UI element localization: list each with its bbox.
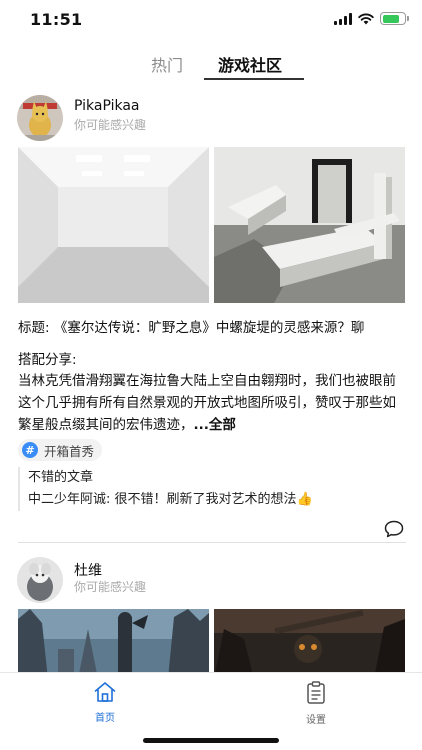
post-image-game-scene[interactable] [18,609,209,679]
tab-game-community[interactable]: 游戏社区 [218,52,282,76]
home-icon [94,682,116,702]
comment-preview[interactable]: 不错的文章 中二少年阿诚: 很不错！刷新了我对艺术的想法👍 [18,467,408,511]
post-body[interactable]: 当林克凭借滑翔翼在海拉鲁大陆上空自由翱翔时，我们也被眼前这个几乎拥有所有自然景观… [18,370,406,436]
post-divider [18,542,406,543]
tabbar-item-settings[interactable]: 设置 [286,681,346,726]
wifi-icon [358,13,374,25]
comment-line: 中二少年阿诚: 很不错！刷新了我对艺术的想法👍 [28,492,313,507]
author-subtitle: 你可能感兴趣 [74,118,147,132]
hashtag-icon: # [22,442,38,458]
post-title[interactable]: 标题: 《塞尔达传说：旷野之息》中螺旋堤的灵感来源？聊 [18,316,422,336]
author-name[interactable]: PikaPikaa [74,98,140,114]
post-image-sculpture[interactable] [214,147,405,303]
avatar[interactable] [17,95,63,141]
comment-icon[interactable] [384,520,404,538]
tabbar-label-home: 首页 [95,713,115,724]
active-tab-indicator [204,78,304,80]
comment-line: 不错的文章 [28,470,94,485]
tab-hot[interactable]: 热门 [151,52,183,76]
status-bar: 11:51 [0,0,422,40]
share-label: 搭配分享: [18,352,77,368]
avatar[interactable] [17,557,63,603]
post-image-gallery-room[interactable] [18,147,209,303]
tabbar-label-settings: 设置 [306,715,326,726]
topic-tag[interactable]: # 开箱首秀 [18,439,103,461]
author-subtitle: 你可能感兴趣 [74,580,147,594]
battery-icon [380,12,409,25]
post-image-game-scene[interactable] [214,609,405,679]
status-time: 11:51 [30,10,83,29]
signal-icon [334,12,352,25]
show-more-link[interactable]: ...全部 [194,417,236,433]
home-indicator [143,738,279,743]
top-tabs: 热门 游戏社区 [0,46,422,82]
topic-tag-label: 开箱首秀 [44,443,95,459]
clipboard-icon [307,681,325,704]
tabbar-item-home[interactable]: 首页 [75,681,135,724]
status-icons [334,12,409,25]
author-name[interactable]: 杜维 [74,560,102,580]
